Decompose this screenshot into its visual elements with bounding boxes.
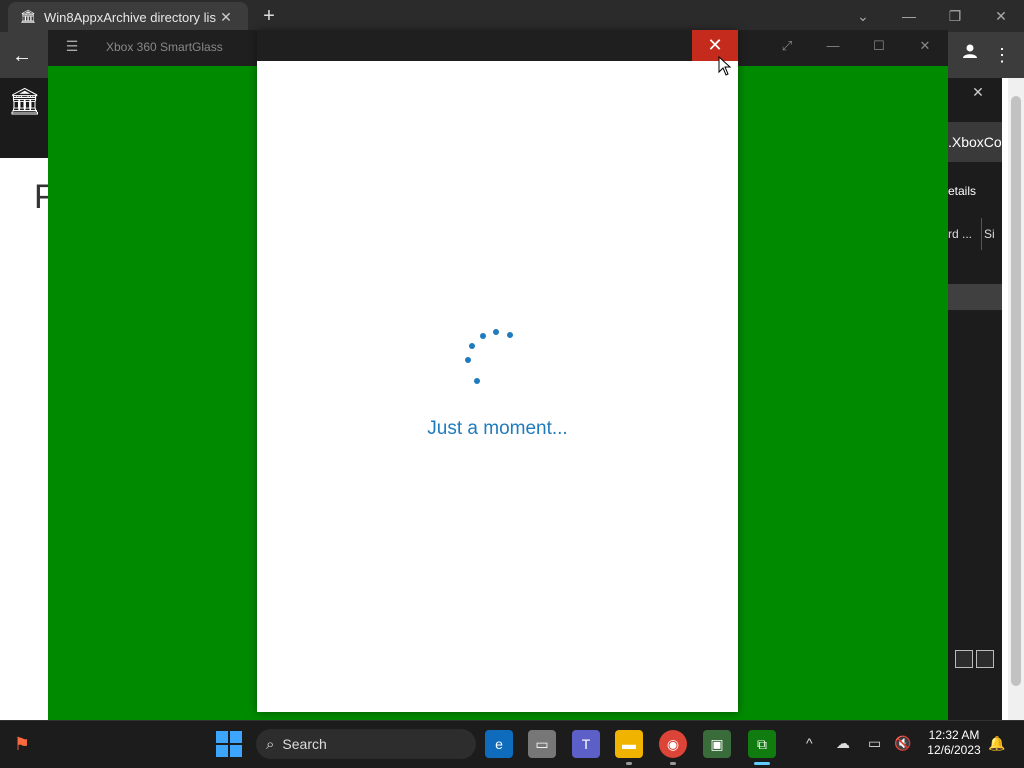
app-close-button[interactable]: ✕	[910, 38, 940, 58]
new-tab-button[interactable]: +	[258, 6, 280, 28]
running-indicator	[626, 762, 632, 765]
details-view-icon[interactable]	[955, 650, 973, 668]
search-icon: ⌕	[266, 735, 275, 753]
explorer-path[interactable]: .XboxCo	[948, 122, 1002, 162]
remote-desktop-icon[interactable]: ▣	[703, 730, 731, 758]
app-title: Xbox 360 SmartGlass	[106, 40, 223, 54]
explorer-window	[948, 78, 1002, 720]
file-explorer-icon[interactable]: ▬	[615, 730, 643, 758]
active-indicator	[754, 762, 770, 765]
spinner-dot	[480, 333, 486, 339]
spinner-dot	[469, 343, 475, 349]
more-menu-icon[interactable]: ⋮	[992, 43, 1012, 67]
system-clock[interactable]: 12:32 AM 12/6/2023	[918, 728, 990, 758]
explorer-selected-row[interactable]	[948, 284, 1002, 310]
fullscreen-icon[interactable]: ⤢	[772, 38, 802, 58]
explorer-details-label[interactable]: etails	[948, 184, 1002, 198]
back-arrow-icon[interactable]: ←	[8, 42, 36, 70]
explorer-column-header-size[interactable]: Si	[984, 218, 1002, 250]
smartglass-taskbar-icon[interactable]: ⧉	[748, 730, 776, 758]
signin-dialog	[257, 30, 738, 712]
app-maximize-button[interactable]: ☐	[864, 38, 894, 58]
widgets-icon[interactable]: ⚑	[8, 730, 36, 758]
onedrive-icon[interactable]: ☁	[836, 735, 850, 752]
close-window-button[interactable]: ✕	[978, 4, 1024, 28]
task-view-icon[interactable]: ▭	[528, 730, 556, 758]
notification-bell-icon[interactable]: 🔔	[988, 735, 1005, 752]
scrollbar-thumb[interactable]	[1011, 96, 1021, 686]
bank-icon: 🏛	[20, 9, 37, 24]
teams-icon[interactable]: T	[572, 730, 600, 758]
clock-date: 12/6/2023	[927, 743, 981, 757]
spinner-dot	[493, 329, 499, 335]
archive-logo-icon[interactable]: 🏛	[8, 86, 41, 118]
clock-time: 12:32 AM	[928, 728, 980, 742]
explorer-close-icon[interactable]: ✕	[968, 84, 988, 104]
edge-beta-icon[interactable]: e	[485, 730, 513, 758]
spinner-dot	[465, 357, 471, 363]
spinner-dot	[474, 378, 480, 384]
minimize-button[interactable]: —	[886, 4, 932, 28]
show-hidden-icons-chevron-icon[interactable]: ^	[806, 735, 813, 751]
explorer-column-header[interactable]: rd ...	[948, 218, 982, 250]
network-icon[interactable]: ▭	[868, 735, 881, 752]
tiles-view-icon[interactable]	[976, 650, 994, 668]
start-button[interactable]	[216, 731, 242, 757]
tab-close-button[interactable]: ✕	[216, 9, 236, 26]
browser-tab[interactable]: 🏛 Win8AppxArchive directory listing ✕	[8, 2, 248, 32]
mouse-cursor-icon	[718, 55, 732, 81]
loading-message: Just a moment...	[427, 418, 568, 439]
volume-muted-icon[interactable]: 🔇	[894, 735, 911, 752]
app-minimize-button[interactable]: —	[818, 38, 848, 58]
hamburger-menu-icon[interactable]: ☰	[62, 38, 82, 58]
profile-icon[interactable]	[958, 43, 982, 67]
running-indicator	[670, 762, 676, 765]
chrome-icon[interactable]: ◉	[659, 730, 687, 758]
restore-button[interactable]: ❐	[932, 4, 978, 28]
taskbar-search[interactable]: ⌕ Search	[256, 729, 476, 759]
dialog-titlebar	[257, 30, 738, 61]
tab-title: Win8AppxArchive directory listing	[44, 9, 216, 25]
search-label: Search	[282, 736, 327, 752]
tab-search-chevron-icon[interactable]: ⌄	[840, 4, 886, 28]
spinner-dot	[507, 332, 513, 338]
